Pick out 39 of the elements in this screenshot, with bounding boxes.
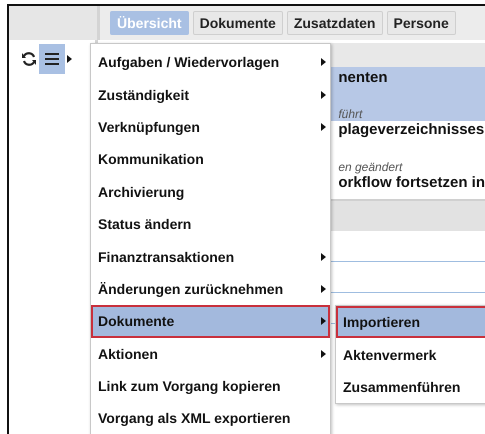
menu-item[interactable]: Zusammenführen [336, 370, 485, 404]
menu-item-label: Verknüpfungen [98, 118, 200, 135]
menu-item[interactable]: Änderungen zurücknehmen [91, 272, 330, 306]
menu-item-label: Dokumente [98, 313, 174, 330]
menu-item[interactable]: Zuständigkeit [91, 78, 330, 111]
menu-item-label: Finanztransaktionen [98, 248, 234, 265]
menu-button[interactable] [39, 44, 65, 74]
menu-item[interactable]: Status ändern [91, 208, 330, 240]
menu-item[interactable]: Finanztransaktionen [91, 240, 330, 273]
menu-item[interactable]: Dokumente [91, 305, 330, 338]
row-text: führt [338, 107, 364, 121]
menu-item-label: Zuständigkeit [98, 86, 190, 103]
menu-item-label: Link zum Vorgang kopieren [98, 378, 281, 394]
row-text: nenten [338, 69, 388, 86]
menu-item[interactable]: Aktionen [91, 338, 330, 370]
dropdown-arrow-icon [67, 55, 72, 63]
menu-item-label: Kommunikation [98, 151, 204, 168]
menu-item[interactable]: Importieren [336, 306, 485, 338]
refresh-icon[interactable] [21, 51, 37, 67]
tab[interactable]: Zusatzdaten [286, 11, 382, 35]
tab[interactable]: Persone [386, 11, 456, 35]
row-text: en geändert [338, 160, 404, 174]
menu-item[interactable]: Kommunikation [91, 143, 330, 176]
row-text: orkflow fortsetzen in [338, 174, 485, 191]
menu-item-label: Aufgaben / Wiedervorlagen [98, 54, 280, 70]
menu-item[interactable]: Aufgaben / Wiedervorlagen [91, 46, 330, 78]
menu-item[interactable]: Link zum Vorgang kopieren [91, 370, 330, 402]
menu-item[interactable]: Aktenvermerk [336, 338, 485, 371]
menu-item-label: Archivierung [98, 184, 184, 200]
menu-icon [45, 53, 59, 65]
menu-item[interactable]: Verknüpfungen [91, 110, 330, 144]
tab[interactable]: Dokumente [192, 11, 283, 35]
menu-item-label: Aktionen [98, 346, 158, 362]
menu-item-label: Änderungen zurücknehmen [98, 280, 284, 297]
menu-item[interactable]: Archivierung [91, 176, 330, 208]
menu-item[interactable]: Vorgang als XML exportieren [91, 402, 330, 434]
row-text: plageverzeichnisses [338, 121, 485, 138]
menu-item-label: Vorgang als XML exportieren [98, 410, 290, 426]
menu-item-label: Status ändern [98, 216, 192, 232]
